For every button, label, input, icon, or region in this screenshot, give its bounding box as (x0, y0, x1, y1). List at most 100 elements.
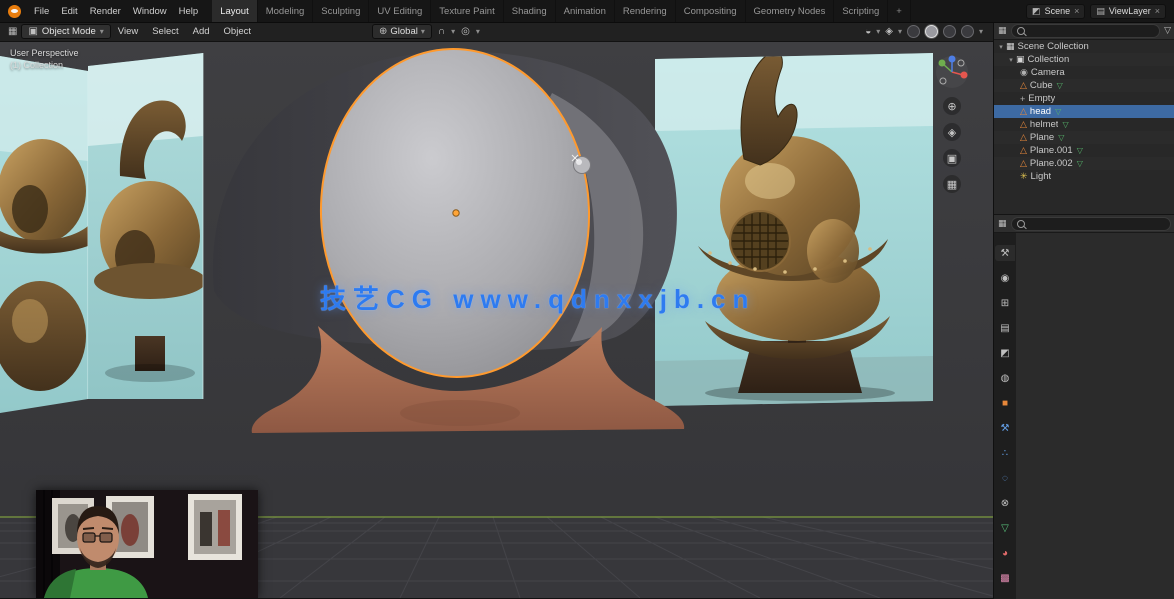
outliner-item-plane-002[interactable]: △ Plane.002 ▽ (994, 157, 1174, 170)
tab-shading[interactable]: Shading (504, 0, 556, 22)
viewport-info-text: User Perspective (1) Collection (10, 47, 79, 71)
particles-icon[interactable]: ∴ (995, 445, 1015, 461)
outliner-item-helmet[interactable]: △ helmet ▽ (994, 118, 1174, 131)
properties-editor-icon[interactable]: ▦ (998, 218, 1007, 229)
orientation-dropdown[interactable]: ⊕ Global ▾ (372, 24, 432, 39)
constraints-icon[interactable]: ⊗ (995, 495, 1015, 511)
properties-search[interactable] (1011, 217, 1171, 231)
mesh-data-icon[interactable]: ▽ (1077, 146, 1083, 155)
scene-icon: ◩ (1032, 6, 1041, 17)
object-icon[interactable]: ■ (995, 395, 1015, 411)
filter-icon[interactable]: ▽ (1164, 25, 1171, 36)
physics-icon[interactable]: ◌ (995, 470, 1015, 486)
tab-modeling[interactable]: Modeling (258, 0, 314, 22)
tab-animation[interactable]: Animation (556, 0, 615, 22)
tab-rendering[interactable]: Rendering (615, 0, 676, 22)
toggle-ortho-icon[interactable]: ▦ (943, 175, 961, 193)
gizmo-toggle-icon[interactable]: ◈ (885, 26, 893, 37)
mesh-data-icon[interactable]: ▽ (1058, 133, 1064, 142)
shading-rendered-button[interactable] (961, 25, 974, 38)
overlays-icon[interactable]: ◒ (865, 26, 871, 37)
output-icon[interactable]: ⊞ (995, 295, 1015, 311)
tab-compositing[interactable]: Compositing (676, 0, 746, 22)
chevron-down-icon[interactable]: ▾ (1006, 56, 1016, 64)
outliner-item-scene-collection[interactable]: ▾ ▦ Scene Collection (994, 40, 1174, 53)
outliner-item-plane-001[interactable]: △ Plane.001 ▽ (994, 144, 1174, 157)
reference-image-left-2[interactable] (88, 53, 206, 399)
scene-icon[interactable]: ◩ (995, 345, 1015, 361)
material-icon[interactable]: ◕ (995, 545, 1015, 561)
outliner-item-cube[interactable]: △ Cube ▽ (994, 79, 1174, 92)
reference-image-left[interactable] (0, 56, 88, 413)
outliner-item-label: Empty (1028, 93, 1055, 104)
shading-wireframe-button[interactable] (907, 25, 920, 38)
outliner-item-collection[interactable]: ▾ ▣ Collection (994, 53, 1174, 66)
menu-window[interactable]: Window (127, 6, 173, 17)
move-hand-icon[interactable]: ◈ (943, 123, 961, 141)
add-workspace-button[interactable]: + (888, 0, 911, 22)
modifiers-icon[interactable]: ⚒ (995, 420, 1015, 436)
mesh-data-icon[interactable]: ▽ (1077, 159, 1083, 168)
tab-texture-paint[interactable]: Texture Paint (431, 0, 503, 22)
search-icon (1017, 220, 1025, 228)
tab-uv-editing[interactable]: UV Editing (369, 0, 431, 22)
outliner-item-empty[interactable]: + Empty (994, 92, 1174, 105)
close-icon[interactable]: × (1155, 6, 1160, 16)
tab-scripting[interactable]: Scripting (834, 0, 888, 22)
mesh-data-icon[interactable]: ▽ (1062, 120, 1068, 129)
viewlayer-icon[interactable]: ▤ (995, 320, 1015, 336)
world-icon[interactable]: ◍ (995, 370, 1015, 386)
chevron-down-icon[interactable]: ▾ (476, 27, 480, 36)
menu-edit[interactable]: Edit (55, 6, 83, 17)
shading-material-button[interactable] (943, 25, 956, 38)
viewlayer-icon: ▤ (1096, 6, 1105, 17)
properties-search-input[interactable] (1028, 219, 1165, 229)
tool-icon[interactable]: ⚒ (995, 245, 1015, 261)
mode-dropdown[interactable]: ▣ Object Mode ▾ (21, 24, 110, 39)
tab-geometry-nodes[interactable]: Geometry Nodes (746, 0, 835, 22)
navigation-gizmo[interactable] (935, 55, 969, 89)
menu-render[interactable]: Render (84, 6, 127, 17)
menu-select[interactable]: Select (145, 26, 185, 37)
tab-layout[interactable]: Layout (212, 0, 258, 22)
snap-magnet-icon[interactable]: ∩ (438, 26, 445, 37)
menu-file[interactable]: File (28, 6, 55, 17)
proportional-edit-icon[interactable]: ◎ (461, 26, 470, 37)
outliner-item-camera[interactable]: ◉ Camera (994, 66, 1174, 79)
blender-window: File Edit Render Window Help Layout Mode… (0, 0, 1174, 598)
outliner-item-label: Cube (1030, 80, 1053, 91)
outliner-search[interactable] (1011, 24, 1161, 38)
menu-help[interactable]: Help (173, 6, 205, 17)
outliner-editor-icon[interactable]: ▦ (998, 25, 1007, 36)
viewport-3d[interactable]: User Perspective (1) Collection 技艺CG www… (0, 41, 993, 598)
outliner-item-light[interactable]: ✳ Light (994, 170, 1174, 183)
mesh-data-icon[interactable]: ▽ (1057, 81, 1063, 90)
menu-add[interactable]: Add (186, 26, 217, 37)
outliner-item-head-selected[interactable]: △ head ▽ (994, 105, 1174, 118)
close-icon[interactable]: × (1074, 6, 1079, 16)
camera-view-icon[interactable]: ▣ (943, 149, 961, 167)
chevron-down-icon[interactable]: ▾ (898, 27, 902, 36)
data-icon[interactable]: ▽ (995, 520, 1015, 536)
search-icon (1017, 27, 1025, 35)
chevron-down-icon[interactable]: ▾ (451, 27, 455, 36)
chevron-down-icon[interactable]: ▾ (979, 27, 983, 36)
outliner-search-input[interactable] (1028, 26, 1155, 36)
viewlayer-selector[interactable]: ▤ ViewLayer × (1090, 4, 1166, 19)
texture-icon[interactable]: ▩ (995, 570, 1015, 586)
chevron-down-icon[interactable]: ▾ (996, 43, 1006, 51)
zoom-icon[interactable]: ⊕ (943, 97, 961, 115)
render-icon[interactable]: ◉ (995, 270, 1015, 286)
menu-view[interactable]: View (111, 26, 145, 37)
blender-logo-icon[interactable] (8, 5, 21, 18)
mesh-data-icon[interactable]: ▽ (1055, 107, 1061, 116)
mesh-object-icon: △ (1020, 132, 1027, 143)
reference-image-right[interactable] (655, 52, 933, 406)
menu-object[interactable]: Object (217, 26, 258, 37)
chevron-down-icon[interactable]: ▾ (876, 27, 880, 36)
outliner-item-plane[interactable]: △ Plane ▽ (994, 131, 1174, 144)
scene-selector[interactable]: ◩ Scene × (1026, 4, 1085, 19)
shading-solid-button[interactable] (925, 25, 938, 38)
tab-sculpting[interactable]: Sculpting (313, 0, 369, 22)
editor-type-icon[interactable]: ▦ (8, 26, 17, 37)
